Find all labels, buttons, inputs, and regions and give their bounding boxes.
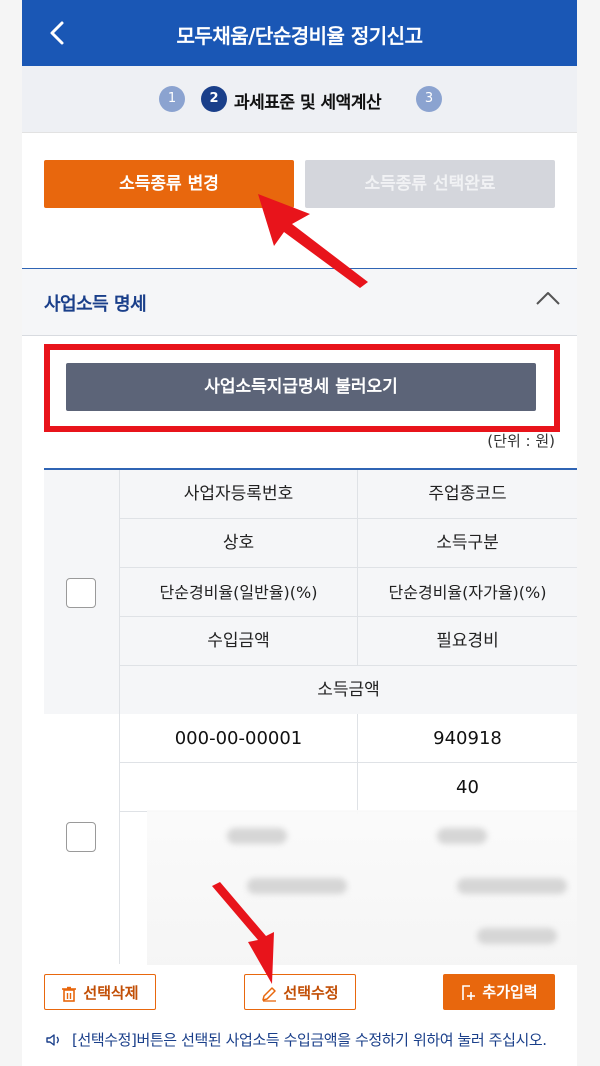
chevron-up-icon[interactable] — [533, 287, 563, 311]
step-2-label: 과세표준 및 세액계산 — [234, 93, 382, 113]
change-income-type-button[interactable]: 소득종류 변경 — [44, 160, 294, 208]
pencil-icon — [262, 986, 277, 1002]
edit-selected-label: 선택수정 — [283, 984, 339, 1002]
edit-selected-button[interactable]: 선택수정 — [244, 974, 356, 1010]
header-biz-reg-no: 사업자등록번호 — [183, 484, 294, 504]
header-rate-self: 단순경비율(자가율)(%) — [388, 583, 547, 602]
header-revenue: 수입금액 — [207, 631, 270, 651]
step-2: 2 — [201, 86, 227, 112]
speaker-icon — [46, 1034, 59, 1046]
income-type-done-button: 소득종류 선택완료 — [305, 160, 555, 208]
notice-text: [선택수정]버튼은 선택된 사업소득 수입금액을 수정하기 위하여 눌러 주십시… — [72, 1031, 547, 1049]
step-indicator: 1 2 과세표준 및 세액계산 3 — [22, 66, 577, 132]
select-all-checkbox[interactable] — [66, 578, 96, 608]
blurred-region — [147, 810, 577, 965]
add-input-label: 추가입력 — [482, 983, 538, 1001]
highlight-box: 사업소득지급명세 불러오기 — [44, 344, 560, 432]
load-payment-statement-button[interactable]: 사업소득지급명세 불러오기 — [66, 363, 536, 411]
delete-selected-label: 선택삭제 — [83, 984, 139, 1002]
app-frame: 모두채움/단순경비율 정기신고 1 2 과세표준 및 세액계산 3 소득종류 변… — [22, 0, 577, 1066]
row-biz-reg-no: 000-00-00001 — [174, 728, 303, 749]
row-checkbox[interactable] — [66, 822, 96, 852]
add-document-icon — [462, 984, 476, 1000]
header-income: 소득금액 — [317, 680, 380, 700]
add-input-button[interactable]: 추가입력 — [443, 974, 555, 1010]
action-bar: 선택삭제 선택수정 추가입력 — [22, 966, 577, 1018]
previous-card-edge — [22, 132, 577, 139]
header-rate-general: 단순경비율(일반율)(%) — [159, 583, 318, 602]
step-1: 1 — [159, 86, 185, 112]
business-income-section-header[interactable]: 사업소득 명세 — [22, 268, 577, 336]
top-bar: 모두채움/단순경비율 정기신고 — [22, 0, 577, 66]
header-expense: 필요경비 — [436, 631, 499, 651]
step-3: 3 — [416, 86, 442, 112]
header-income-type: 소득구분 — [436, 533, 499, 553]
header-name: 상호 — [222, 533, 255, 553]
page-title: 모두채움/단순경비율 정기신고 — [176, 24, 423, 48]
section-title: 사업소득 명세 — [44, 294, 147, 315]
table-header: 사업자등록번호 주업종코드 상호 소득구분 단순경비율(일반율)(%) 단순경비… — [44, 468, 577, 718]
row-income-type: 40 — [456, 777, 479, 798]
delete-selected-button[interactable]: 선택삭제 — [44, 974, 156, 1010]
row-main-code: 940918 — [433, 728, 502, 749]
header-main-code: 주업종코드 — [428, 484, 507, 504]
trash-icon — [62, 986, 77, 1002]
unit-label: (단위 : 원) — [487, 432, 555, 450]
